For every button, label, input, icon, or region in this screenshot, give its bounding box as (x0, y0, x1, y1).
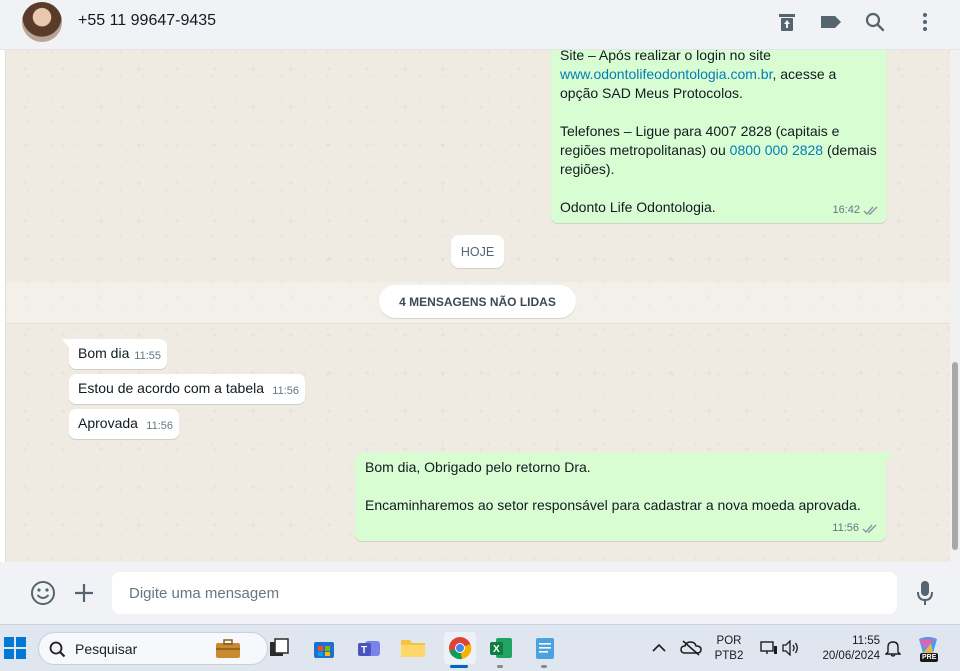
message-line: opção SAD Meus Protocolos. (560, 85, 743, 101)
scrollbar-thumb[interactable] (952, 362, 958, 550)
clock[interactable]: 11:55 20/06/2024 (812, 634, 880, 664)
notepad-icon[interactable] (532, 635, 558, 661)
message-meta: 11:56 (832, 519, 878, 538)
read-ticks-icon (863, 206, 878, 215)
outgoing-message[interactable]: Site – Após realizar o login no site www… (551, 50, 887, 223)
briefcase-icon (216, 639, 240, 658)
pre-badge: PRE (920, 653, 939, 662)
message-line: regiões metropolitanas) ou 0800 000 2828… (560, 141, 877, 160)
message-fragment: (demais (823, 142, 877, 158)
message-line: Encaminharemos ao setor responsável para… (365, 497, 861, 513)
chat-scrollbar[interactable] (950, 50, 960, 562)
message-text: Bom dia, Obrigado pelo retorno Dra. Enca… (365, 458, 861, 515)
phone-link[interactable]: 0800 000 2828 (730, 142, 823, 158)
taskbar-search[interactable]: Pesquisar (38, 632, 268, 665)
contact-name[interactable]: +55 11 99647-9435 (78, 12, 216, 30)
keyboard-layout: PTB2 (714, 650, 744, 662)
copilot-icon[interactable]: PRE (914, 633, 942, 663)
chrome-icon[interactable] (444, 632, 476, 664)
message-line: Site – Após realizar o login no site (560, 50, 771, 63)
file-explorer-icon[interactable] (400, 635, 426, 661)
message-line: www.odontolifeodontologia.com.br, acesse… (560, 65, 877, 84)
running-app-indicator (541, 665, 547, 668)
search-icon[interactable] (864, 11, 886, 33)
message-fragment: regiões metropolitanas) ou (560, 142, 730, 158)
bubble-tail (885, 452, 893, 462)
message-input[interactable] (112, 572, 897, 614)
microsoft-store-icon[interactable] (311, 635, 337, 661)
language-code: POR (716, 635, 742, 647)
message-composer (0, 562, 960, 624)
incoming-message[interactable]: Aprovada 11:56 (69, 409, 179, 439)
archive-icon[interactable] (776, 11, 798, 33)
microphone-icon[interactable] (912, 580, 938, 606)
task-view-icon[interactable] (266, 635, 292, 661)
windows-taskbar: Pesquisar T X POR PTB2 11:55 20/06/2024 … (0, 624, 960, 671)
website-link[interactable]: www.odontolifeodontologia.com.br (560, 66, 772, 82)
input-language[interactable]: POR PTB2 (710, 634, 748, 664)
search-placeholder: Pesquisar (75, 641, 138, 657)
excel-icon[interactable]: X (488, 635, 514, 661)
incoming-message[interactable]: Estou de acordo com a tabela 11:56 (69, 374, 305, 404)
notification-bell-icon[interactable] (880, 635, 906, 661)
message-time: 11:55 (134, 350, 161, 362)
chat-header: +55 11 99647-9435 (0, 0, 960, 50)
message-time: 11:56 (272, 385, 299, 397)
unread-divider: 4 MENSAGENS NÃO LIDAS (379, 285, 576, 318)
message-text: Bom dia (78, 345, 130, 361)
date-divider: HOJE (451, 235, 504, 268)
label-icon[interactable] (820, 11, 842, 33)
teams-icon[interactable]: T (356, 635, 382, 661)
incoming-message[interactable]: Bom dia 11:55 (62, 339, 167, 369)
svg-text:T: T (361, 645, 367, 656)
chat-area[interactable]: Site – Após realizar o login no site www… (6, 50, 950, 562)
message-meta: 16:42 (832, 201, 879, 220)
message-text: Aprovada (78, 415, 138, 431)
active-app-indicator (450, 665, 468, 668)
svg-text:X: X (493, 644, 500, 655)
bubble-tail (62, 339, 70, 349)
contact-avatar[interactable] (22, 2, 62, 42)
message-text: Site – Após realizar o login no site www… (560, 50, 877, 217)
search-icon (49, 641, 66, 658)
message-time: 11:56 (146, 420, 173, 432)
read-ticks-icon (862, 524, 877, 533)
attach-plus-icon[interactable] (71, 580, 97, 606)
emoji-icon[interactable] (30, 580, 56, 606)
message-time: 11:56 (832, 522, 859, 534)
message-line: Telefones – Ligue para 4007 2828 (capita… (560, 123, 840, 139)
volume-icon[interactable] (778, 635, 804, 661)
windows-start-icon[interactable] (2, 635, 28, 661)
message-line: regiões). (560, 161, 615, 177)
message-line: Bom dia, Obrigado pelo retorno Dra. (365, 459, 591, 475)
chevron-up-icon[interactable] (646, 635, 672, 661)
running-app-indicator (497, 665, 503, 668)
outgoing-message[interactable]: Bom dia, Obrigado pelo retorno Dra. Enca… (355, 452, 893, 541)
message-time: 16:42 (832, 204, 860, 216)
onedrive-offline-icon[interactable] (678, 635, 704, 661)
message-text: Estou de acordo com a tabela (78, 380, 265, 396)
clock-time: 11:55 (852, 635, 880, 647)
message-line: Odonto Life Odontologia. (560, 199, 716, 215)
more-vert-icon[interactable] (914, 11, 936, 33)
clock-date: 20/06/2024 (822, 650, 880, 662)
message-fragment: , acesse a (772, 66, 837, 82)
